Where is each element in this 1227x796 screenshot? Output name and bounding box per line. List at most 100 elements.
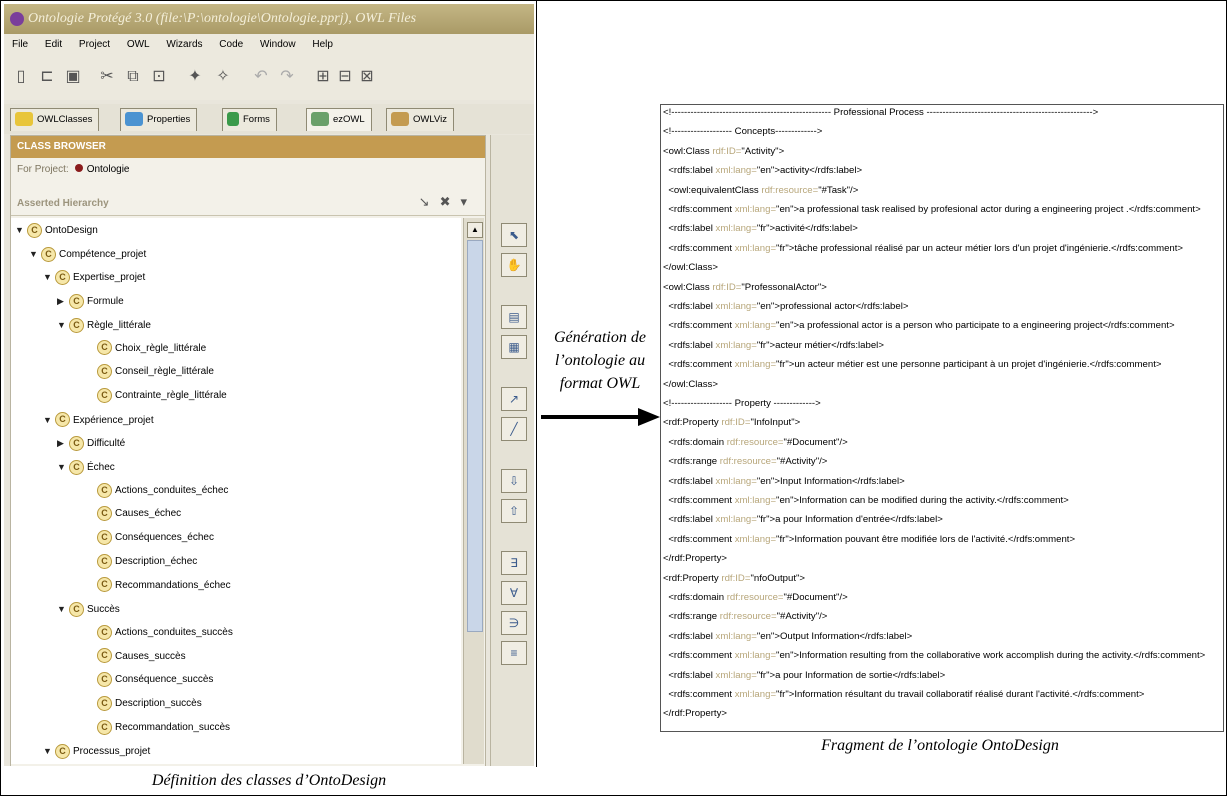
- expand-toggle-icon[interactable]: ▼: [43, 410, 55, 430]
- open-project-icon[interactable]: ⊏: [36, 67, 58, 87]
- class-label: Actions_conduites_succès: [115, 626, 233, 638]
- restriction-tool-icon-4[interactable]: ≡: [501, 641, 527, 665]
- tree-node[interactable]: C Description_succès: [85, 694, 202, 714]
- restriction-tool-icon-1[interactable]: ∃: [501, 551, 527, 575]
- class-label: Formule: [87, 296, 124, 308]
- tab-owlviz[interactable]: OWLViz: [386, 108, 454, 131]
- class-label: Conséquence_succès: [115, 674, 214, 686]
- expand-toggle-icon[interactable]: ▶: [57, 291, 69, 311]
- tree-node[interactable]: C Recommandation_succès: [85, 718, 230, 738]
- menu-help[interactable]: Help: [312, 39, 333, 50]
- code-line: <!------------------- Concepts----------…: [663, 126, 823, 138]
- code-line: <!--------------------------------------…: [663, 107, 1099, 118]
- tree-node[interactable]: ▼ C Expertise_projet: [43, 267, 145, 287]
- scroll-thumb[interactable]: [467, 240, 483, 632]
- expand-toggle-icon[interactable]: ▼: [15, 220, 27, 240]
- wizard2-icon[interactable]: ✧: [212, 67, 234, 87]
- code-line: <rdfs:comment xml:lang="en">Information …: [663, 650, 1206, 662]
- tree-node[interactable]: C Description_échec: [85, 552, 197, 572]
- class-browser-header: CLASS BROWSER: [11, 136, 485, 158]
- menu-project[interactable]: Project: [79, 39, 110, 50]
- line-tool-icon[interactable]: ╱: [501, 417, 527, 441]
- restriction-tool-icon-2[interactable]: ∀: [501, 581, 527, 605]
- tree-node[interactable]: C Conseil_règle_littérale: [85, 362, 214, 382]
- hand-tool-icon[interactable]: ✋: [501, 253, 527, 277]
- tree-node[interactable]: C Choix_règle_littérale: [85, 339, 206, 359]
- class-label: Recommandations_échec: [115, 579, 231, 591]
- tree-node[interactable]: C Conséquence_succès: [85, 670, 213, 690]
- copy-icon[interactable]: ⧉: [122, 67, 144, 87]
- class-label: Compétence_projet: [59, 248, 147, 260]
- select-tool-icon[interactable]: ⬉: [501, 223, 527, 247]
- tab-ezowl[interactable]: ezOWL: [306, 108, 372, 131]
- class-label: Actions_conduites_échec: [115, 484, 229, 496]
- code-line: <owl:Class rdf:ID="Activity">: [663, 145, 785, 157]
- expand-toggle-icon[interactable]: ▼: [43, 267, 55, 287]
- scroll-up-icon[interactable]: ▲: [467, 222, 483, 238]
- tab-properties[interactable]: Properties: [120, 108, 198, 131]
- expand-toggle-icon[interactable]: ▼: [57, 457, 69, 477]
- expand-toggle-icon[interactable]: ▼: [57, 599, 69, 619]
- class-label: Contrainte_règle_littérale: [115, 389, 227, 401]
- tree-node[interactable]: ▶ C Formule: [57, 291, 124, 311]
- restriction-tool-icon-3[interactable]: ∋: [501, 611, 527, 635]
- undo-icon[interactable]: ↶: [250, 67, 272, 87]
- dropdown-arrow-icon[interactable]: ▾: [460, 194, 477, 209]
- expand-toggle-icon[interactable]: ▼: [29, 244, 41, 264]
- tree-scrollbar[interactable]: ▲: [463, 218, 484, 764]
- import-tool-icon[interactable]: ⇩: [501, 469, 527, 493]
- redo-icon[interactable]: ↷: [276, 67, 298, 87]
- tree-node[interactable]: ▼ C Règle_littérale: [57, 315, 151, 335]
- tree-node[interactable]: C Contrainte_règle_littérale: [85, 386, 227, 406]
- caption-right: Fragment de l’ontologie OntoDesign: [821, 737, 1059, 754]
- export-tool-icon[interactable]: ⇧: [501, 499, 527, 523]
- code-line: <rdfs:label xml:lang="fr">a pour Informa…: [663, 669, 946, 681]
- tree-node[interactable]: ▼ C Compétence_projet: [29, 244, 146, 264]
- code-line: <rdfs:domain rdf:resource="#Document"/>: [663, 436, 848, 448]
- properties-tab-icon: [125, 112, 143, 127]
- menu-edit[interactable]: Edit: [45, 39, 62, 50]
- new-project-icon[interactable]: ▯: [10, 67, 32, 87]
- tree-node[interactable]: C Actions_conduites_échec: [85, 481, 228, 501]
- tree-node[interactable]: ▼ C Processus_projet: [43, 741, 150, 761]
- expand-toggle-icon[interactable]: ▼: [57, 315, 69, 335]
- tree-node[interactable]: C Causes_succès: [85, 647, 186, 667]
- paste-icon[interactable]: ⊡: [148, 67, 170, 87]
- menu-owl[interactable]: OWL: [127, 39, 150, 50]
- tree-node[interactable]: ▼ C Échec: [57, 457, 115, 477]
- tree-node[interactable]: C Actions_conduites_succès: [85, 623, 233, 643]
- tree-node[interactable]: ▼ C Expérience_projet: [43, 410, 154, 430]
- tree-node[interactable]: ▼ C Succès: [57, 599, 120, 619]
- add-subclass-icon[interactable]: ↘: [419, 194, 440, 209]
- save-project-icon[interactable]: ▣: [62, 67, 84, 87]
- property-node-tool-icon[interactable]: ▦: [501, 335, 527, 359]
- tab-owlclasses[interactable]: OWLClasses: [10, 108, 100, 131]
- menu-window[interactable]: Window: [260, 39, 296, 50]
- menu-code[interactable]: Code: [219, 39, 243, 50]
- tab-forms[interactable]: Forms: [222, 108, 277, 131]
- wizard-icon[interactable]: ✦: [184, 67, 206, 87]
- menu-wizards[interactable]: Wizards: [166, 39, 202, 50]
- expand-toggle-icon[interactable]: ▼: [43, 741, 55, 761]
- tree-node[interactable]: C Causes_échec: [85, 504, 181, 524]
- tree-node[interactable]: C Conséquences_échec: [85, 528, 214, 548]
- expand-toggle-icon[interactable]: ▶: [57, 433, 69, 453]
- delete-class-icon[interactable]: ✖: [440, 194, 461, 209]
- code-line: <rdfs:domain rdf:resource="#Document"/>: [663, 592, 848, 603]
- nav-icon-1[interactable]: ⊞: [312, 67, 334, 87]
- nav-icon-3[interactable]: ⊠: [356, 67, 378, 87]
- class-icon: C: [97, 482, 112, 498]
- tree-node[interactable]: ▼ C OntoDesign: [15, 220, 98, 240]
- nav-icon-2[interactable]: ⊟: [334, 67, 356, 87]
- toolbar: ▯ ⊏ ▣ ✂ ⧉ ⊡ ✦ ✧ ↶ ↷ ⊞ ⊟ ⊠: [4, 56, 534, 100]
- menu-file[interactable]: File: [12, 39, 28, 50]
- class-browser: CLASS BROWSER For Project: Ontologie Asse…: [10, 135, 486, 766]
- class-node-tool-icon[interactable]: ▤: [501, 305, 527, 329]
- tree-node[interactable]: ▶ C Difficulté: [57, 433, 125, 453]
- code-line: <owl:Class rdf:ID="ProfessonalActor">: [663, 281, 827, 293]
- tree-node[interactable]: C Recommandations_échec: [85, 576, 231, 596]
- connector-tool-icon[interactable]: ↗: [501, 387, 527, 411]
- class-label: Description_succès: [115, 698, 202, 709]
- cut-icon[interactable]: ✂: [96, 67, 118, 87]
- class-icon: C: [97, 719, 112, 735]
